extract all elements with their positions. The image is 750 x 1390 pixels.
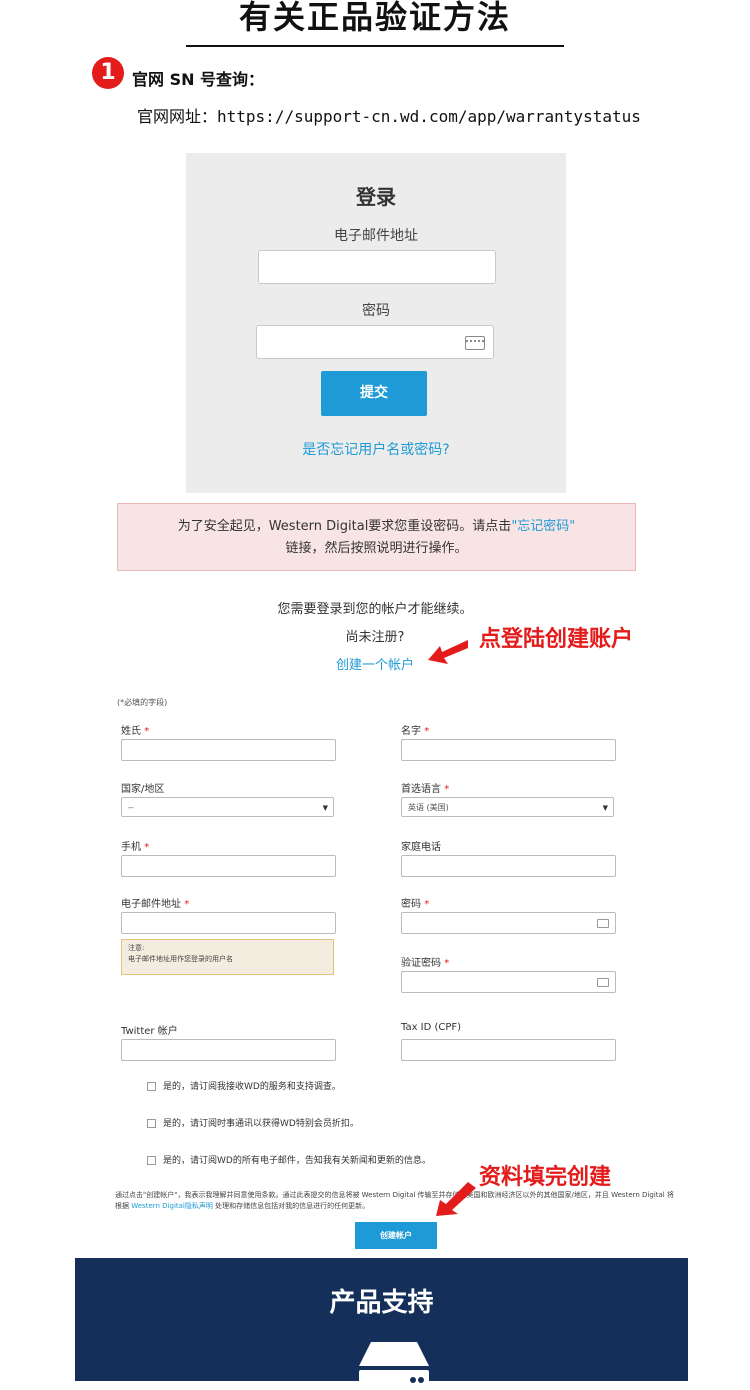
last-name-label-text: 姓氏 (121, 726, 141, 737)
login-required-text: 您需要登录到您的帐户才能继续。 (277, 602, 473, 617)
required-mark: * (424, 726, 430, 737)
country-select[interactable]: -- ▼ (121, 797, 334, 817)
required-mark: * (184, 899, 190, 910)
required-mark: * (144, 842, 150, 853)
checkbox-label: 是的，请订阅我接收WD的服务和支持调查。 (163, 1082, 341, 1092)
note-title: 注意: (128, 944, 145, 952)
password-label-text: 密码 (401, 899, 421, 910)
confirm-password-label: 验证密码 * (401, 954, 449, 969)
twitter-label: Twitter 帐户 (121, 1026, 178, 1037)
privacy-link[interactable]: Western Digital隐私声明 (131, 1202, 213, 1210)
password-label: 密码 (362, 303, 390, 319)
product-support-section: 产品支持 (75, 1258, 688, 1390)
drive-icon (359, 1342, 429, 1390)
language-label-text: 首选语言 (401, 784, 441, 795)
alert-text-after: 链接，然后按照说明进行操作。 (285, 541, 468, 556)
checkbox-label: 是的，请订阅WD的所有电子邮件，告知我有关新闻和更新的信息。 (163, 1156, 431, 1166)
email-input[interactable] (258, 250, 496, 284)
register-password-label: 密码 * (401, 895, 429, 910)
url-line: 官网网址：https://support-cn.wd.com/app/warra… (137, 103, 641, 127)
language-select[interactable]: 英语 (美国) ▼ (401, 797, 614, 817)
arrow-icon (436, 1182, 476, 1216)
first-name-label: 名字 * (401, 722, 429, 737)
tax-id-input[interactable] (401, 1039, 616, 1061)
password-input[interactable] (256, 325, 494, 359)
email-username-note: 注意: 电子邮件地址用作您登录的用户名 (121, 939, 334, 975)
tax-id-label: Tax ID (CPF) (401, 1022, 462, 1033)
last-name-input[interactable] (121, 739, 336, 761)
create-annotation: 资料填完创建 (479, 1165, 612, 1190)
language-value: 英语 (美国) (408, 803, 449, 812)
home-phone-label: 家庭电话 (401, 842, 441, 853)
login-title: 登录 (356, 185, 396, 209)
register-email-input[interactable] (121, 912, 336, 934)
last-name-label: 姓氏 * (121, 722, 149, 737)
mobile-label: 手机 * (121, 838, 149, 853)
step-number-badge: 1 (92, 57, 124, 89)
url-text: https://support-cn.wd.com/app/warrantyst… (217, 107, 641, 126)
mobile-input[interactable] (121, 855, 336, 877)
legal-text: 通过点击"创建帐户"，我表示我理解并同意使用条款。通过此表提交的信息将被 Wes… (115, 1190, 675, 1212)
confirm-password-label-text: 验证密码 (401, 958, 441, 969)
first-name-label-text: 名字 (401, 726, 421, 737)
url-label: 官网网址： (137, 107, 218, 126)
alert-text: 为了安全起见，Western Digital要求您重设密码。请点击"忘记密码" … (118, 516, 635, 560)
required-fields-note: (*必填的字段) (117, 698, 168, 707)
keyboard-icon[interactable] (597, 919, 609, 928)
checkbox[interactable] (147, 1119, 156, 1128)
confirm-password-input[interactable] (401, 971, 616, 993)
login-annotation: 点登陆创建账户 (479, 627, 634, 652)
chevron-down-icon: ▼ (602, 804, 608, 812)
legal-text-part2: 处理和存储信息包括对我的信息进行的任何更新。 (212, 1202, 370, 1210)
alert-text-before: 为了安全起见，Western Digital要求您重设密码。请点击 (177, 519, 512, 534)
email-label-text: 电子邮件地址 (121, 899, 181, 910)
alert-forgot-link[interactable]: "忘记密码" (511, 519, 575, 534)
checkbox[interactable] (147, 1156, 156, 1165)
checkbox-label: 是的，请订阅时事通讯以获得WD特别会员折扣。 (163, 1119, 359, 1129)
required-mark: * (424, 899, 430, 910)
keyboard-icon[interactable] (465, 336, 485, 350)
email-updates-checkbox-row[interactable]: 是的，请订阅WD的所有电子邮件，告知我有关新闻和更新的信息。 (147, 1153, 431, 1166)
login-panel: 登录 电子邮件地址 密码 提交 是否忘记用户名或密码? (186, 153, 566, 493)
title-divider (186, 45, 564, 47)
twitter-input[interactable] (121, 1039, 336, 1061)
forgot-password-link[interactable]: 是否忘记用户名或密码? (186, 439, 566, 459)
email-label: 电子邮件地址 (334, 228, 418, 244)
mobile-label-text: 手机 (121, 842, 141, 853)
home-phone-input[interactable] (401, 855, 616, 877)
keyboard-icon[interactable] (597, 978, 609, 987)
create-account-button[interactable]: 创建帐户 (355, 1222, 437, 1249)
language-label: 首选语言 * (401, 780, 449, 795)
page-title: 有关正品验证方法 (238, 0, 511, 36)
required-mark: * (444, 958, 450, 969)
register-password-input[interactable] (401, 912, 616, 934)
required-mark: * (444, 784, 450, 795)
arrow-icon (428, 640, 468, 664)
first-name-input[interactable] (401, 739, 616, 761)
support-title: 产品支持 (329, 1288, 434, 1318)
required-mark: * (144, 726, 150, 737)
checkbox[interactable] (147, 1082, 156, 1091)
note-body: 电子邮件地址用作您登录的用户名 (128, 955, 233, 963)
chevron-down-icon: ▼ (322, 804, 328, 812)
country-value: -- (128, 803, 134, 812)
create-account-row: 创建一个帐户 (0, 654, 750, 673)
submit-button[interactable]: 提交 (321, 371, 427, 416)
country-label: 国家/地区 (121, 784, 165, 795)
email-label: 电子邮件地址 * (121, 895, 189, 910)
create-account-link[interactable]: 创建一个帐户 (336, 658, 414, 673)
newsletter-checkbox-row[interactable]: 是的，请订阅时事通讯以获得WD特别会员折扣。 (147, 1116, 359, 1129)
security-alert: 为了安全起见，Western Digital要求您重设密码。请点击"忘记密码" … (117, 503, 636, 571)
step-title: 官网 SN 号查询： (132, 70, 265, 89)
not-registered-text: 尚未注册? (345, 630, 405, 645)
survey-checkbox-row[interactable]: 是的，请订阅我接收WD的服务和支持调查。 (147, 1079, 341, 1092)
